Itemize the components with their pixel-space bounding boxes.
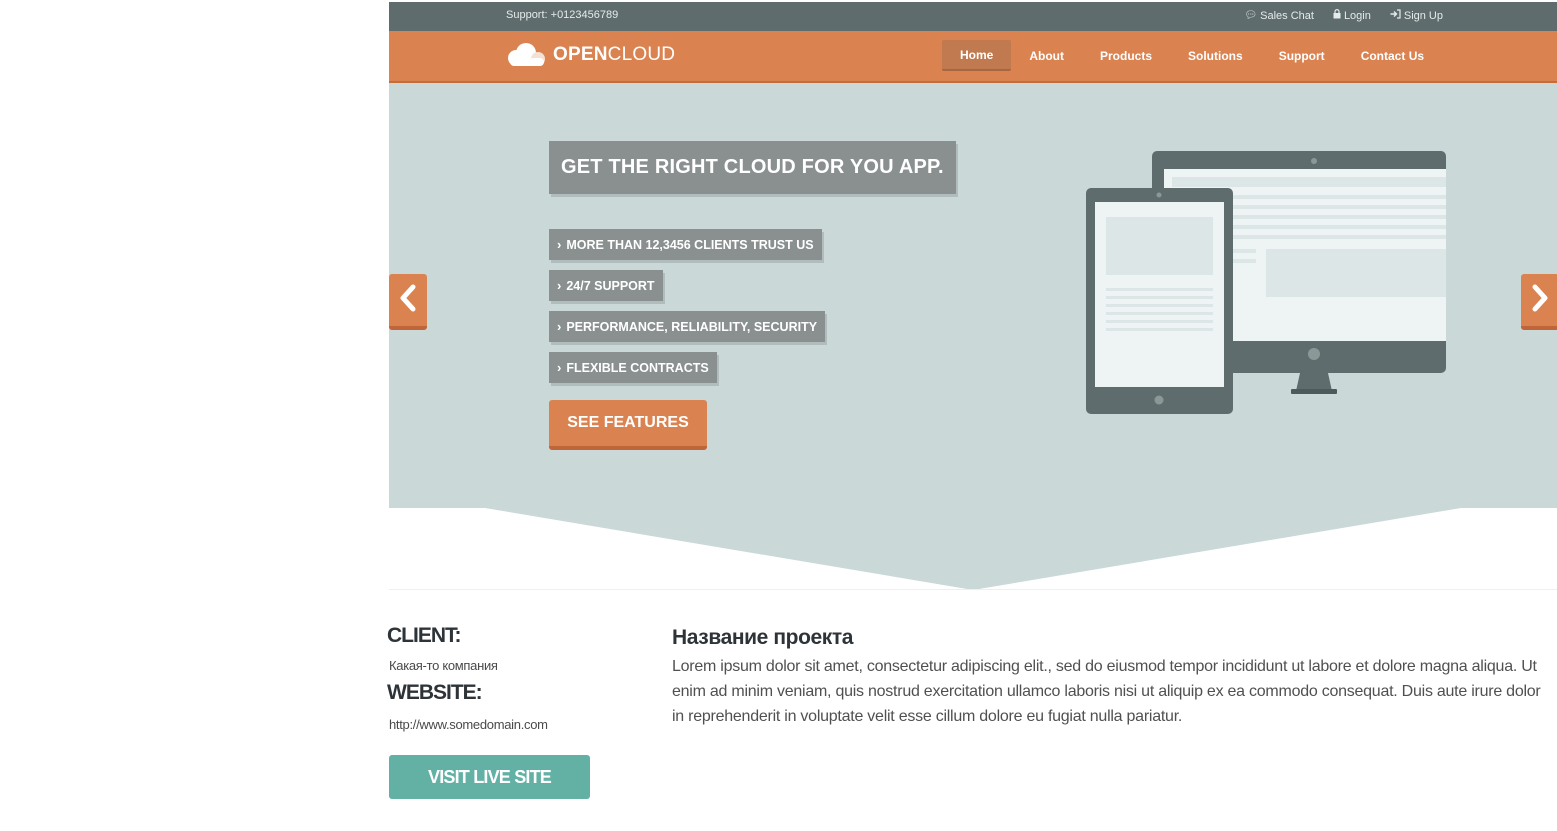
lock-icon bbox=[1333, 9, 1341, 22]
slider-next-button[interactable] bbox=[1521, 274, 1557, 330]
slider-prev-button[interactable] bbox=[389, 274, 427, 330]
menu-item-about[interactable]: About bbox=[1011, 40, 1082, 71]
project-title: Название проекта bbox=[672, 626, 854, 649]
main-navbar: OPENCLOUD Home About Products Solutions … bbox=[389, 31, 1557, 83]
feature-item: › 24/7 SUPPORT bbox=[549, 270, 663, 311]
sign-in-icon bbox=[1390, 9, 1401, 22]
hero-bottom-chevron bbox=[389, 508, 1557, 590]
chevron-right-icon: › bbox=[557, 319, 562, 334]
sales-chat-link[interactable]: 💬︎ Sales Chat bbox=[1244, 9, 1314, 22]
menu-item-contact-us[interactable]: Contact Us bbox=[1343, 40, 1442, 71]
login-link[interactable]: Login bbox=[1333, 9, 1371, 22]
chat-icon: 💬︎ bbox=[1244, 9, 1258, 21]
chevron-left-icon bbox=[398, 283, 418, 318]
brand-name: OPENCLOUD bbox=[553, 44, 676, 65]
feature-item: › MORE THAN 12,3456 CLIENTS TRUST US bbox=[549, 229, 822, 270]
top-links: 💬︎ Sales Chat Login Sign Up bbox=[1244, 9, 1443, 22]
sign-up-link[interactable]: Sign Up bbox=[1390, 9, 1443, 22]
website-screenshot: Support: +0123456789 💬︎ Sales Chat Login… bbox=[389, 2, 1557, 590]
devices-icon bbox=[1086, 151, 1446, 426]
website-url[interactable]: http://www.somedomain.com bbox=[389, 717, 548, 732]
chevron-right-icon: › bbox=[557, 360, 562, 375]
see-features-button[interactable]: SEE FEATURES bbox=[549, 400, 707, 450]
main-menu: Home About Products Solutions Support Co… bbox=[942, 40, 1442, 71]
menu-item-home[interactable]: Home bbox=[942, 40, 1012, 71]
hero-slider: GET THE RIGHT CLOUD FOR YOU APP. › MORE T… bbox=[389, 83, 1557, 508]
hero-headline: GET THE RIGHT CLOUD FOR YOU APP. bbox=[549, 141, 956, 194]
chevron-right-icon: › bbox=[557, 278, 562, 293]
client-label: CLIENT: bbox=[387, 624, 461, 647]
project-text: Lorem ipsum dolor sit amet, consectetur … bbox=[672, 658, 1541, 725]
client-value: Какая-то компания bbox=[389, 658, 498, 673]
feature-item: › FLEXIBLE CONTRACTS bbox=[549, 352, 717, 393]
website-label: WEBSITE: bbox=[387, 681, 483, 704]
feature-list: › MORE THAN 12,3456 CLIENTS TRUST US › 24/… bbox=[549, 229, 826, 393]
visit-live-site-button[interactable]: VISIT LIVE SITE bbox=[389, 755, 590, 799]
menu-item-support[interactable]: Support bbox=[1261, 40, 1343, 71]
menu-item-solutions[interactable]: Solutions bbox=[1170, 40, 1261, 71]
cloud-icon bbox=[504, 43, 548, 67]
menu-item-products[interactable]: Products bbox=[1082, 40, 1170, 71]
chevron-right-icon: › bbox=[557, 237, 562, 252]
feature-item: › PERFORMANCE, RELIABILITY, SECURITY bbox=[549, 311, 826, 352]
top-bar: Support: +0123456789 💬︎ Sales Chat Login… bbox=[389, 2, 1557, 31]
support-phone: Support: +0123456789 bbox=[506, 9, 619, 21]
project-description: Название проекта Lorem ipsum dolor sit a… bbox=[672, 626, 1542, 729]
opencloud-logo[interactable]: OPENCLOUD bbox=[504, 43, 675, 67]
chevron-right-icon bbox=[1530, 283, 1550, 318]
